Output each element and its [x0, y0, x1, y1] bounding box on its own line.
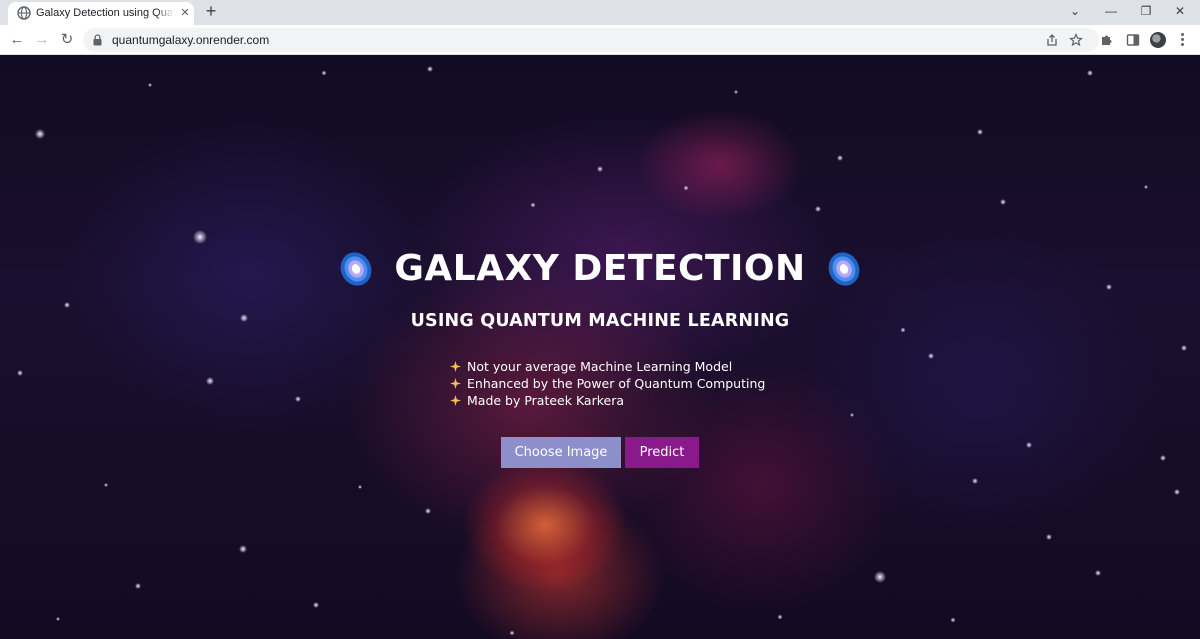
page-viewport: GALAXY DETECTION USING QUANTUM MACHINE L… [0, 55, 1200, 639]
more-menu-icon[interactable] [1179, 32, 1185, 48]
url-text[interactable]: quantumgalaxy.onrender.com [112, 33, 269, 47]
extensions-puzzle-icon[interactable] [1100, 33, 1114, 47]
forward-button[interactable]: → [33, 31, 51, 49]
bookmark-star-icon[interactable] [1069, 33, 1083, 47]
address-bar[interactable]: quantumgalaxy.onrender.com [83, 28, 1099, 52]
share-icon[interactable] [1045, 33, 1059, 47]
feature-text: Enhanced by the Power of Quantum Computi… [467, 376, 766, 391]
tab-strip: Galaxy Detection using Quantum ✕ + ⌄ — ❐… [0, 0, 1200, 25]
feature-item: Enhanced by the Power of Quantum Computi… [450, 376, 810, 393]
feature-item: Not your average Machine Learning Model [450, 359, 810, 376]
feature-text: Not your average Machine Learning Model [467, 359, 733, 374]
tab-title: Galaxy Detection using Quantum [36, 7, 174, 19]
choose-image-button[interactable]: Choose Image [501, 437, 621, 468]
minimize-button[interactable]: — [1101, 2, 1121, 20]
back-button[interactable]: ← [8, 31, 26, 49]
feature-item: Made by Prateek Karkera [450, 393, 810, 410]
page-title: GALAXY DETECTION [394, 248, 806, 289]
reload-button[interactable]: ↻ [58, 31, 76, 49]
sparkle-icon [450, 378, 461, 389]
tab-close-icon[interactable]: ✕ [178, 5, 192, 21]
profile-avatar[interactable] [1150, 32, 1166, 48]
close-window-button[interactable]: ✕ [1170, 2, 1190, 20]
title-row: GALAXY DETECTION [0, 248, 1200, 292]
galaxy-emoji-icon [828, 251, 860, 286]
tab-search-chevron-icon[interactable]: ⌄ [1065, 2, 1085, 20]
side-panel-icon[interactable] [1126, 33, 1140, 47]
browser-tab[interactable]: Galaxy Detection using Quantum ✕ [8, 2, 194, 25]
feature-text: Made by Prateek Karkera [467, 393, 625, 408]
page-subtitle: USING QUANTUM MACHINE LEARNING [410, 311, 790, 331]
lock-icon[interactable] [93, 34, 102, 46]
sparkle-icon [450, 395, 461, 406]
restore-button[interactable]: ❐ [1136, 2, 1156, 20]
sparkle-icon [450, 361, 461, 372]
galaxy-emoji-icon [340, 251, 372, 286]
starfield-background [17, 66, 1187, 636]
feature-list: Not your average Machine Learning Model … [450, 359, 810, 410]
predict-button[interactable]: Predict [625, 437, 699, 468]
browser-toolbar: ← → ↻ quantumgalaxy.onrender.com [0, 25, 1200, 55]
new-tab-button[interactable]: + [202, 2, 220, 21]
globe-icon [17, 6, 31, 20]
